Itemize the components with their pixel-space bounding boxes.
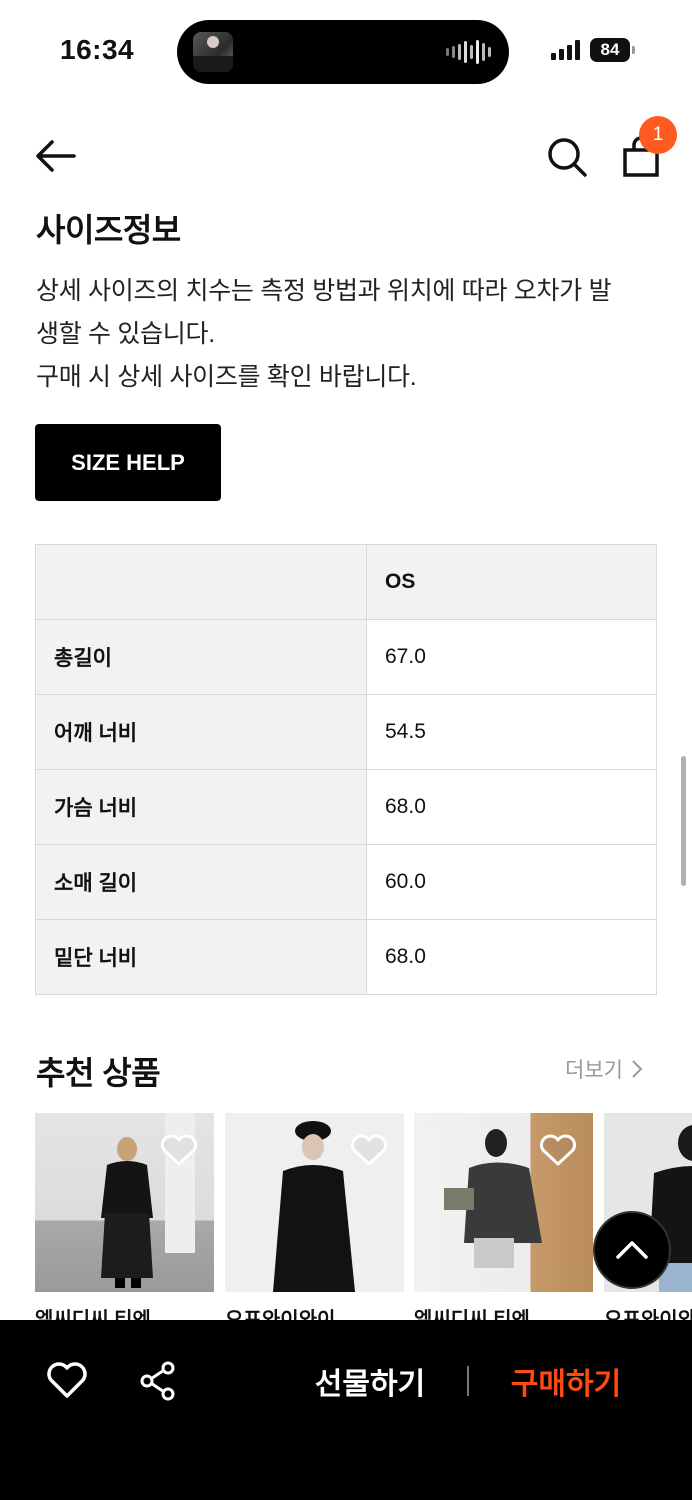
measurement-value: 68.0 [366,919,657,995]
description-line: 상세 사이즈의 치수는 측정 방법과 위치에 따라 오차가 발 [36,277,612,305]
heart-icon[interactable] [350,1133,388,1167]
measurement-label: 가슴 너비 [35,769,367,845]
gift-button[interactable]: 선물하기 [300,1356,440,1406]
product-tag: 29CM [422,1121,451,1131]
size-info-description: 상세 사이즈의 치수는 측정 방법과 위치에 따라 오차가 발 생할 수 있습니… [36,270,666,399]
size-table-corner-cell [35,544,367,620]
table-row: 어깨 너비 54.5 [35,694,657,770]
heart-icon[interactable] [539,1133,577,1167]
measurement-label: 총길이 [35,619,367,695]
battery-icon: 84 [590,38,635,62]
cellular-signal-icon [551,40,580,60]
now-playing-thumbnail [193,32,233,72]
size-info-title: 사이즈정보 [36,212,181,248]
cart-count-badge: 1 [639,116,677,154]
size-table-header-row: OS [35,544,657,620]
size-help-button[interactable]: SIZE HELP [35,424,221,501]
wishlist-button[interactable] [46,1360,88,1402]
status-time: 16:34 [60,34,135,65]
measurement-label: 소매 길이 [35,844,367,920]
scrollbar[interactable] [681,756,686,886]
back-arrow-icon [36,140,76,172]
audio-waveform-icon [446,40,491,64]
scroll-to-top-button[interactable] [593,1211,671,1289]
measurement-value: 68.0 [366,769,657,845]
more-link-label: 더보기 [565,1059,623,1082]
product-image: 29CM [414,1113,593,1292]
product-image [35,1113,214,1292]
chevron-up-icon [616,1241,648,1259]
product-card[interactable]: 29CM 엘씨디씨 티엔 [414,1113,593,1323]
action-divider [467,1366,469,1396]
share-icon [140,1361,175,1401]
more-link[interactable]: 더보기 [565,1054,643,1084]
product-image [225,1113,404,1292]
recommended-products-carousel[interactable]: 엘씨디씨 티엔 오프와이와이 29CM 엘씨디씨 티엔 오프와이와 [35,1113,692,1323]
buy-button[interactable]: 구매하기 [496,1356,636,1406]
table-row: 소매 길이 60.0 [35,844,657,920]
heart-icon[interactable] [160,1133,198,1167]
heart-icon [47,1362,87,1398]
measurement-value: 60.0 [366,844,657,920]
measurement-label: 밑단 너비 [35,919,367,995]
table-row: 가슴 너비 68.0 [35,769,657,845]
search-button[interactable] [546,136,588,178]
measurement-label: 어깨 너비 [35,694,367,770]
measurement-value: 54.5 [366,694,657,770]
back-button[interactable] [34,136,78,176]
share-button[interactable] [137,1360,179,1402]
size-column-header: OS [366,544,657,620]
product-card[interactable]: 엘씨디씨 티엔 [35,1113,214,1323]
product-card[interactable]: 오프와이와이 [225,1113,404,1323]
table-row: 총길이 67.0 [35,619,657,695]
status-bar: 16:34 84 [0,0,692,100]
size-table: OS 총길이 67.0 어깨 너비 54.5 가슴 너비 68.0 소매 길이 … [35,544,657,995]
recommended-title: 추천 상품 [36,1055,161,1091]
measurement-value: 67.0 [366,619,657,695]
bottom-action-bar: 선물하기 구매하기 [0,1320,692,1500]
table-row: 밑단 너비 68.0 [35,919,657,995]
status-indicators: 84 [551,38,635,62]
dynamic-island[interactable] [177,20,509,84]
chevron-right-icon [632,1060,643,1078]
search-icon [548,138,587,177]
description-line: 구매 시 상세 사이즈를 확인 바랍니다. [36,363,417,391]
description-line: 생할 수 있습니다. [36,320,215,348]
battery-level: 84 [600,40,620,59]
top-nav [0,110,692,200]
